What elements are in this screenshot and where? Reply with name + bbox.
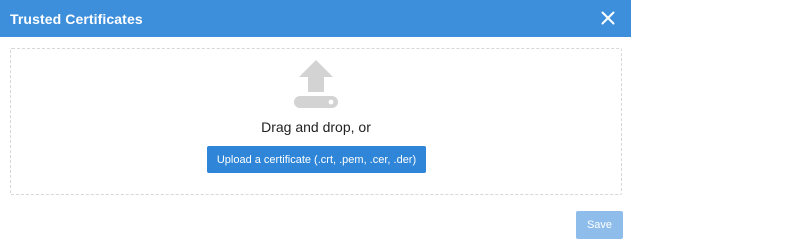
drag-drop-prompt: Drag and drop, or bbox=[261, 119, 371, 135]
close-button[interactable] bbox=[599, 9, 617, 27]
save-button[interactable]: Save bbox=[576, 211, 623, 239]
trusted-certificates-dialog: Trusted Certificates Drag and drop, or U… bbox=[0, 0, 631, 245]
file-dropzone[interactable]: Drag and drop, or Upload a certificate (… bbox=[10, 48, 622, 195]
upload-certificate-button[interactable]: Upload a certificate (.crt, .pem, .cer, … bbox=[207, 146, 426, 173]
upload-icon bbox=[294, 60, 338, 108]
dialog-title: Trusted Certificates bbox=[10, 10, 143, 27]
dialog-titlebar: Trusted Certificates bbox=[0, 0, 631, 37]
close-icon bbox=[601, 11, 615, 25]
